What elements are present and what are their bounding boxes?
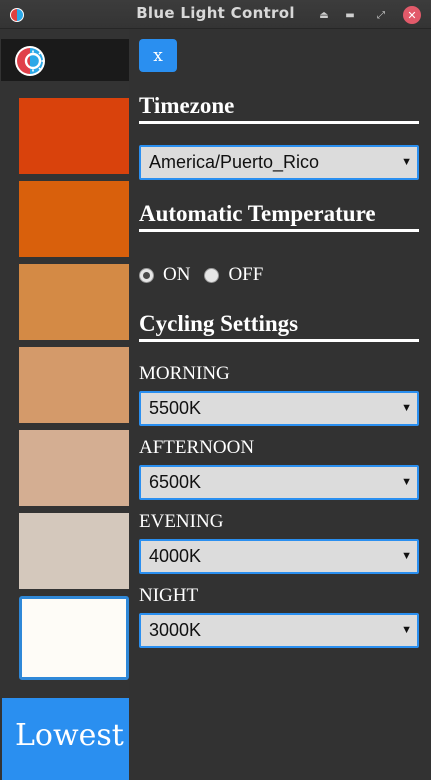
dropdown-arrow-icon: ▼: [401, 476, 412, 488]
app-window: Blue Light Control ⏏ ▬ ⤢ ✕ Lowest x Time…: [0, 0, 431, 780]
afternoon-label: AFTERNOON: [139, 437, 255, 458]
evening-label: EVENING: [139, 511, 224, 532]
night-value: 3000K: [149, 620, 202, 640]
eject-icon[interactable]: ⏏: [315, 6, 333, 24]
color-swatch[interactable]: [19, 430, 129, 506]
on-label: ON: [163, 264, 191, 285]
afternoon-select[interactable]: 6500K ▼: [139, 465, 419, 500]
blue-light-logo-icon: [15, 46, 45, 76]
color-swatch[interactable]: [19, 347, 129, 423]
window-title: Blue Light Control: [136, 4, 295, 22]
off-label: OFF: [228, 264, 264, 285]
color-swatch[interactable]: [19, 181, 129, 257]
dropdown-arrow-icon: ▼: [401, 156, 412, 168]
automatic-temperature-heading: Automatic Temperature: [139, 201, 419, 232]
color-swatch[interactable]: [19, 596, 129, 680]
dropdown-arrow-icon: ▼: [401, 624, 412, 636]
dropdown-arrow-icon: ▼: [401, 402, 412, 414]
close-panel-button[interactable]: x: [139, 39, 177, 72]
color-swatch[interactable]: [19, 264, 129, 340]
settings-panel: x Timezone America/Puerto_Rico ▼ Automat…: [129, 29, 431, 780]
timezone-value: America/Puerto_Rico: [149, 152, 320, 172]
morning-select[interactable]: 5500K ▼: [139, 391, 419, 426]
morning-label: MORNING: [139, 363, 230, 384]
restore-icon[interactable]: ⤢: [372, 6, 390, 24]
minimize-icon[interactable]: ▬: [341, 6, 359, 24]
evening-value: 4000K: [149, 546, 202, 566]
lowest-value-banner[interactable]: Lowest value: [2, 698, 129, 780]
off-radio[interactable]: [204, 267, 220, 283]
title-bar[interactable]: Blue Light Control ⏏ ▬ ⤢ ✕: [0, 0, 431, 29]
logo-area: [1, 39, 129, 81]
night-label: NIGHT: [139, 585, 199, 606]
automatic-temperature-options: ON OFF: [139, 262, 277, 288]
timezone-select[interactable]: America/Puerto_Rico ▼: [139, 145, 419, 180]
timezone-heading: Timezone: [139, 93, 419, 124]
color-swatch[interactable]: [19, 513, 129, 589]
cycling-settings-heading: Cycling Settings: [139, 311, 419, 342]
evening-select[interactable]: 4000K ▼: [139, 539, 419, 574]
banner-text: Lowest value: [15, 718, 129, 753]
afternoon-value: 6500K: [149, 472, 202, 492]
morning-value: 5500K: [149, 398, 202, 418]
color-sidebar: Lowest value: [0, 29, 129, 780]
color-swatch[interactable]: [19, 98, 129, 174]
night-select[interactable]: 3000K ▼: [139, 613, 419, 648]
dropdown-arrow-icon: ▼: [401, 550, 412, 562]
on-radio[interactable]: [139, 267, 154, 283]
close-icon[interactable]: ✕: [403, 6, 421, 24]
